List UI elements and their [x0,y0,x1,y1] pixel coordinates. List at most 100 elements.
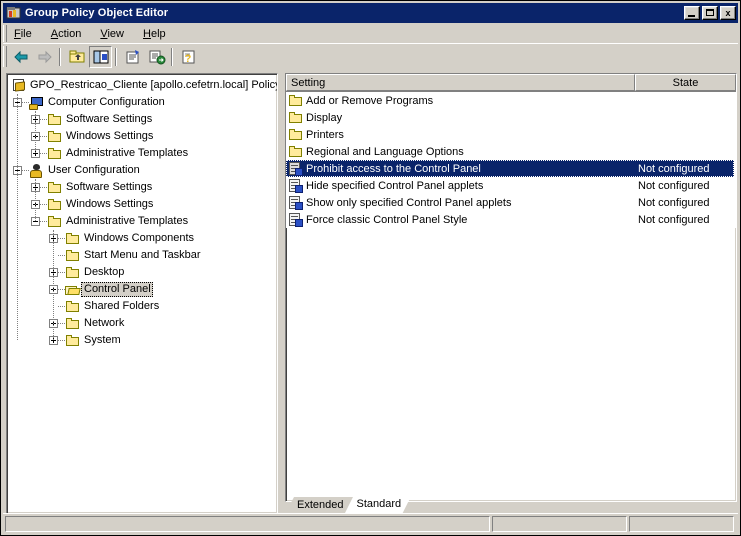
policy-setting-icon [288,195,304,211]
tree-node-label: Windows Components [84,232,195,244]
menu-view[interactable]: View [92,26,132,42]
folder-icon [65,299,81,315]
list-column-headers: Setting State [286,74,736,92]
minimize-button[interactable] [684,6,700,20]
policy-setting-icon [288,212,304,228]
pane-splitter[interactable] [278,73,285,514]
list-row[interactable]: Prohibit access to the Control Panel Not … [286,160,734,177]
tree-connector [40,204,47,205]
show-hide-tree-button[interactable] [89,45,112,68]
folder-icon [47,180,63,196]
tree-node[interactable]: System [7,332,277,349]
list-row-setting: Show only specified Control Panel applet… [306,196,512,209]
tree-node[interactable]: Software Settings [7,179,277,196]
view-tab-strip: Extended Standard [285,496,402,514]
forward-button[interactable] [33,46,56,68]
tree-connector [58,323,65,324]
menu-file[interactable]: File [6,26,40,42]
folder-open-icon [65,282,81,298]
tree-node[interactable]: Control Panel [7,281,277,298]
tree-guide-line [17,94,18,340]
tree-connector [58,272,65,273]
svg-text:?: ? [184,53,191,65]
tree-node[interactable]: Start Menu and Taskbar [7,247,277,264]
back-button[interactable] [9,46,32,68]
up-one-level-button[interactable] [65,46,88,68]
status-pane-main [5,515,490,532]
title-bar[interactable]: Group Policy Object Editor x [3,3,738,23]
folder-icon [288,127,304,143]
close-button[interactable]: x [720,6,736,20]
column-header-state[interactable]: State [635,74,736,91]
tree-node[interactable]: Windows Components [7,230,277,247]
user-configuration-icon [29,163,45,179]
list-row[interactable]: Display [286,109,736,126]
list-row[interactable]: Hide specified Control Panel applets Not … [286,177,736,194]
column-header-setting[interactable]: Setting [286,74,635,91]
tree-node[interactable]: Administrative Templates [7,213,277,230]
list-row-setting: Printers [306,128,344,141]
tree-node-label: Windows Settings [66,130,154,142]
tree-node[interactable]: Administrative Templates [7,145,277,162]
tree-node[interactable]: GPO_Restricao_Cliente [apollo.cefetrn.lo… [7,77,277,94]
tree-node[interactable]: Windows Settings [7,128,277,145]
tree-node-label: Start Menu and Taskbar [84,249,201,261]
export-list-button[interactable] [145,46,168,68]
tree-node[interactable]: Desktop [7,264,277,281]
view-tab-label: Extended [297,498,344,511]
view-tab[interactable]: Extended [285,497,353,514]
tree-node[interactable]: Software Settings [7,111,277,128]
folder-icon [47,214,63,230]
maximize-button[interactable] [702,6,718,20]
tree-node-label: Software Settings [66,113,153,125]
console-tree-pane[interactable]: GPO_Restricao_Cliente [apollo.cefetrn.lo… [6,73,278,514]
tree-guide-line [53,230,54,340]
tree-connector [58,289,65,290]
tree-connector [58,340,65,341]
tree-node[interactable]: User Configuration [7,162,277,179]
properties-button[interactable] [121,46,144,68]
tree-node-label: User Configuration [48,164,140,176]
folder-icon [65,316,81,332]
list-row[interactable]: Force classic Control Panel Style Not con… [286,211,736,228]
list-row[interactable]: Add or Remove Programs [286,92,736,109]
menu-help[interactable]: Help [135,26,174,42]
list-row[interactable]: Show only specified Control Panel applet… [286,194,736,211]
tree-node[interactable]: Computer Configuration [7,94,277,111]
console-tree: GPO_Restricao_Cliente [apollo.cefetrn.lo… [7,74,277,349]
toolbar-separator [115,47,117,66]
tree-node-label: Computer Configuration [48,96,165,108]
folder-icon [65,333,81,349]
settings-list-pane[interactable]: Setting State Add or Remove Programs Disp… [285,73,737,502]
tree-connector [40,187,47,188]
folder-icon [65,265,81,281]
tree-node[interactable]: Network [7,315,277,332]
tree-connector [22,102,29,103]
tree-connector [58,238,65,239]
tree-node-label: Desktop [84,266,125,278]
tree-node-label: Network [84,317,125,329]
list-row[interactable]: Printers [286,126,736,143]
tree-node-label: Administrative Templates [66,147,189,159]
computer-configuration-icon [29,95,45,111]
list-row-setting: Display [306,111,343,124]
list-row-setting: Hide specified Control Panel applets [306,179,484,192]
policy-setting-icon [288,178,304,194]
list-row[interactable]: Regional and Language Options [286,143,736,160]
tree-node[interactable]: Shared Folders [7,298,277,315]
folder-icon [288,144,304,160]
tree-node[interactable]: Windows Settings [7,196,277,213]
folder-icon [65,231,81,247]
list-row-state: Not configured [638,196,710,209]
view-tab[interactable]: Standard [344,496,411,514]
tree-node-label: GPO_Restricao_Cliente [apollo.cefetrn.lo… [30,79,278,91]
group-policy-object-editor-window: Group Policy Object Editor x File Action… [0,0,741,536]
list-row-state: Not configured [638,179,710,192]
menu-action[interactable]: Action [43,26,90,42]
tree-connector [40,119,47,120]
folder-icon [288,110,304,126]
help-button[interactable]: ? [177,46,200,68]
tree-node-label: Control Panel [81,282,153,297]
menu-bar: File Action View Help [3,24,738,43]
window-controls: x [684,6,736,20]
